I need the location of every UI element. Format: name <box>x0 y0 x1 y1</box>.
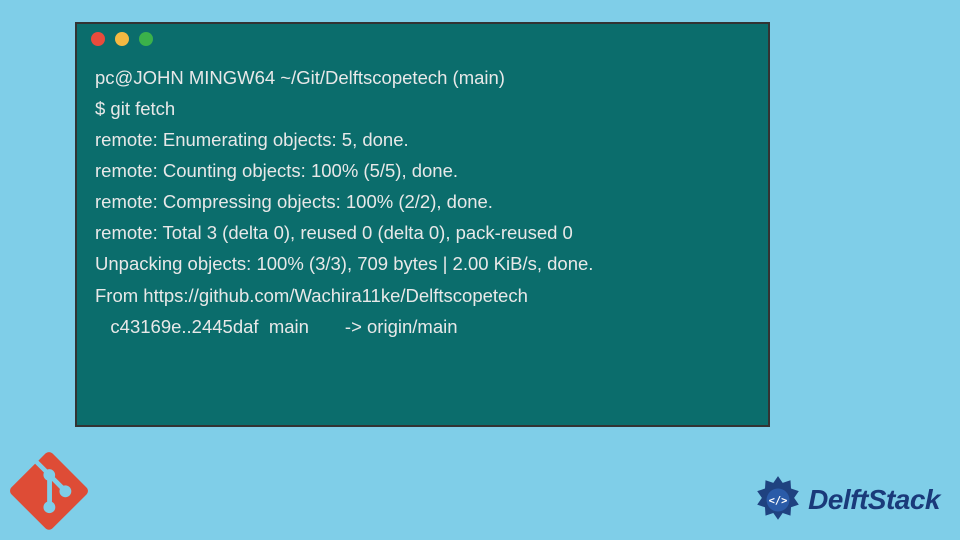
maximize-icon[interactable] <box>139 32 153 46</box>
brand-name: DelftStack <box>808 484 940 516</box>
terminal-output: pc@JOHN MINGW64 ~/Git/Delftscopetech (ma… <box>77 54 768 356</box>
prompt-line: pc@JOHN MINGW64 ~/Git/Delftscopetech (ma… <box>95 67 505 88</box>
close-icon[interactable] <box>91 32 105 46</box>
output-line: remote: Enumerating objects: 5, done. <box>95 129 409 150</box>
git-logo-icon <box>10 452 88 530</box>
command-line: $ git fetch <box>95 98 175 119</box>
delftstack-badge-icon: </> <box>752 474 804 526</box>
output-line: remote: Compressing objects: 100% (2/2),… <box>95 191 493 212</box>
minimize-icon[interactable] <box>115 32 129 46</box>
output-line: Unpacking objects: 100% (3/3), 709 bytes… <box>95 253 593 274</box>
output-line: remote: Counting objects: 100% (5/5), do… <box>95 160 458 181</box>
terminal-window: pc@JOHN MINGW64 ~/Git/Delftscopetech (ma… <box>75 22 770 427</box>
delftstack-logo: </> DelftStack <box>752 474 940 526</box>
output-line: From https://github.com/Wachira11ke/Delf… <box>95 285 528 306</box>
svg-text:</>: </> <box>769 495 788 507</box>
output-line: remote: Total 3 (delta 0), reused 0 (del… <box>95 222 573 243</box>
titlebar <box>77 24 768 54</box>
output-line: c43169e..2445daf main -> origin/main <box>95 316 458 337</box>
